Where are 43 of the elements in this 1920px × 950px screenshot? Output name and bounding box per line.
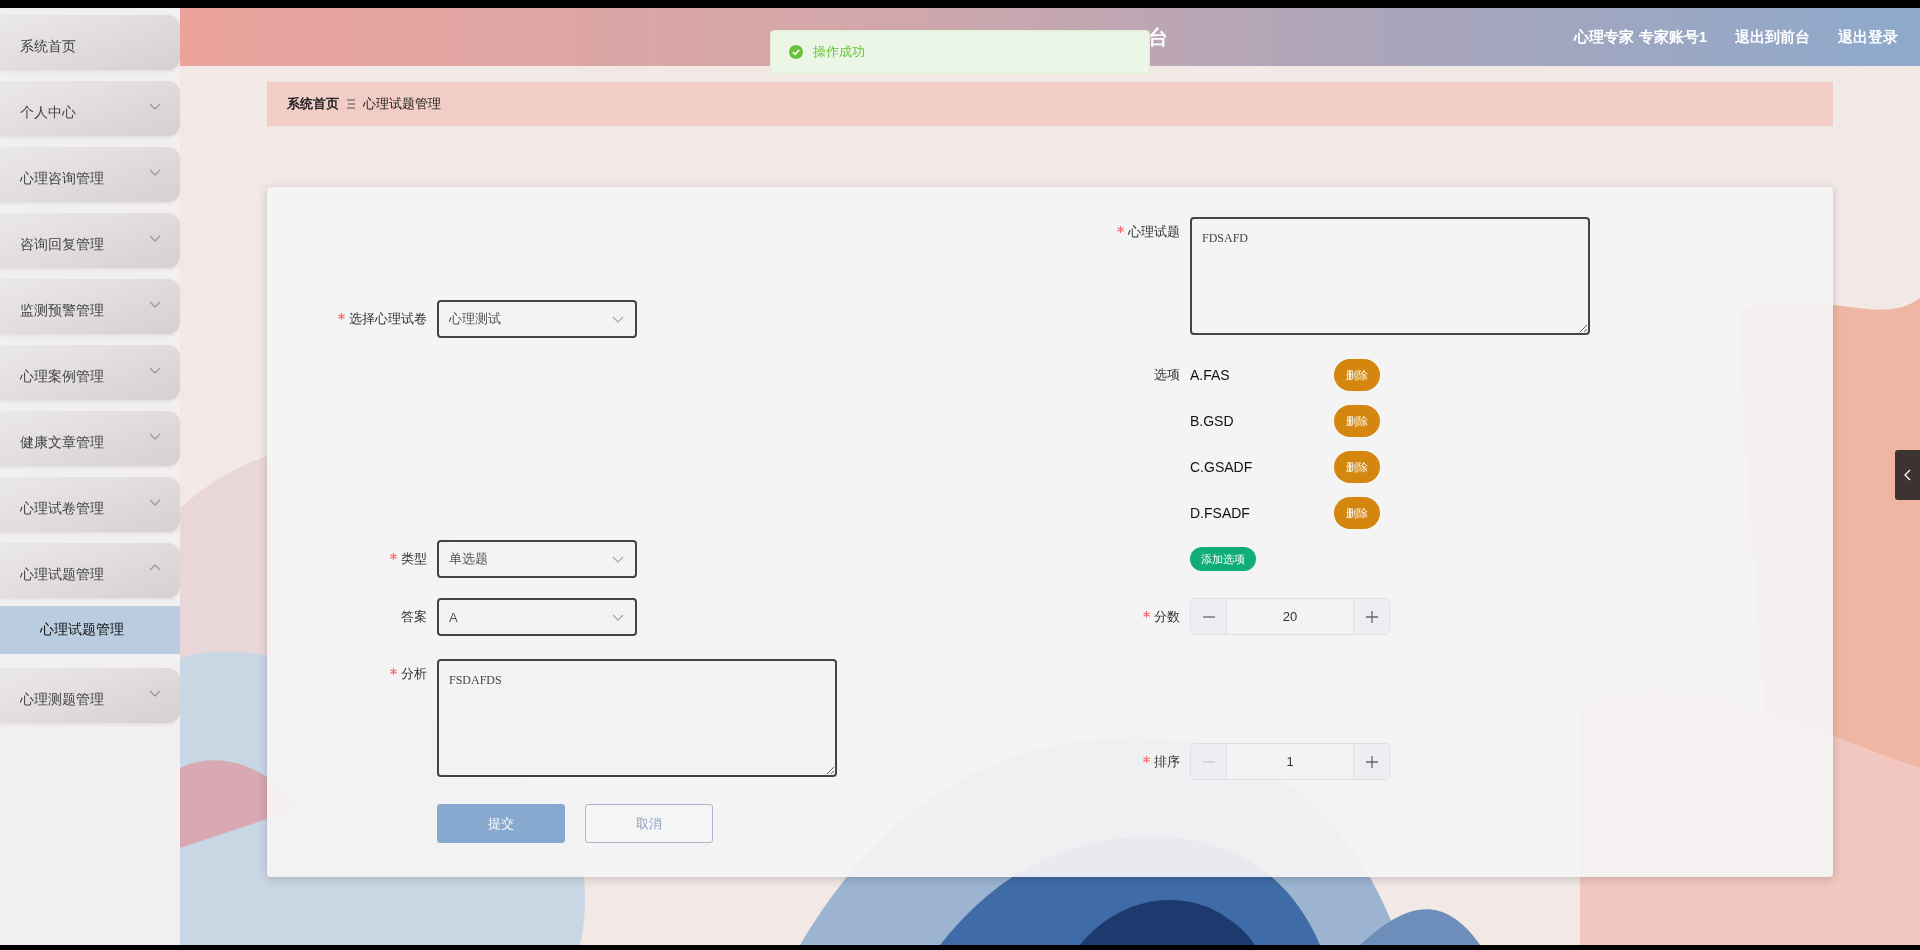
breadcrumb-item[interactable]: 心理试题管理	[363, 95, 441, 113]
sidebar-item[interactable]: 心理试题管理	[0, 543, 180, 598]
option-text: A.FAS	[1190, 367, 1231, 383]
increment-button[interactable]	[1353, 744, 1389, 779]
sidebar-item[interactable]: 心理试卷管理	[0, 477, 180, 532]
field-label: 分析	[401, 665, 427, 683]
number-value: 20	[1281, 608, 1299, 626]
sidebar-item[interactable]: 系统首页	[0, 15, 180, 70]
sidebar-item[interactable]: 个人中心	[0, 81, 180, 136]
field-label: 排序	[1154, 753, 1180, 771]
number-stepper[interactable]: 1	[1190, 743, 1390, 780]
breadcrumb-item[interactable]: 系统首页	[287, 95, 339, 113]
separator-icon	[347, 99, 355, 109]
sidebar-item[interactable]: 心理测题管理	[0, 668, 180, 723]
sidebar-item[interactable]: 咨询回复管理	[0, 213, 180, 268]
number-value: 1	[1285, 753, 1295, 771]
number-stepper[interactable]: 20	[1190, 598, 1390, 635]
textarea-field[interactable]: FDSAFD	[1190, 217, 1590, 335]
select-field[interactable]: A	[437, 598, 637, 636]
field-label: 选择心理试卷	[349, 310, 427, 328]
sidebar-item[interactable]: 健康文章管理	[0, 411, 180, 466]
toast-message: 操作成功	[813, 43, 865, 61]
sidebar-item[interactable]: 监测预警管理	[0, 279, 180, 334]
textarea-field[interactable]: FSDAFDS	[437, 659, 837, 777]
field-label: 分数	[1154, 608, 1180, 626]
field-label: 类型	[401, 550, 427, 568]
collapse-tab[interactable]	[1895, 450, 1920, 500]
plus-icon	[1365, 610, 1378, 623]
sidebar-item[interactable]: 心理案例管理	[0, 345, 180, 400]
select-field[interactable]: 心理测试	[437, 300, 637, 338]
sidebar-item[interactable]: 心理咨询管理	[0, 147, 180, 202]
check-circle-icon	[789, 45, 803, 59]
field-label: 选项	[1154, 366, 1180, 384]
field-label: 答案	[401, 608, 427, 626]
increment-button[interactable]	[1353, 599, 1389, 634]
site-title: 台	[1148, 24, 1168, 50]
option-text: C.GSADF	[1190, 459, 1254, 475]
submenu-item[interactable]: 心理试题管理	[0, 606, 180, 654]
option-text: D.FSADF	[1190, 505, 1251, 521]
select-field[interactable]: 单选题	[437, 540, 637, 578]
field-label: 心理试题	[1128, 223, 1180, 241]
option-text: B.GSD	[1190, 413, 1235, 429]
plus-icon	[1365, 755, 1378, 768]
